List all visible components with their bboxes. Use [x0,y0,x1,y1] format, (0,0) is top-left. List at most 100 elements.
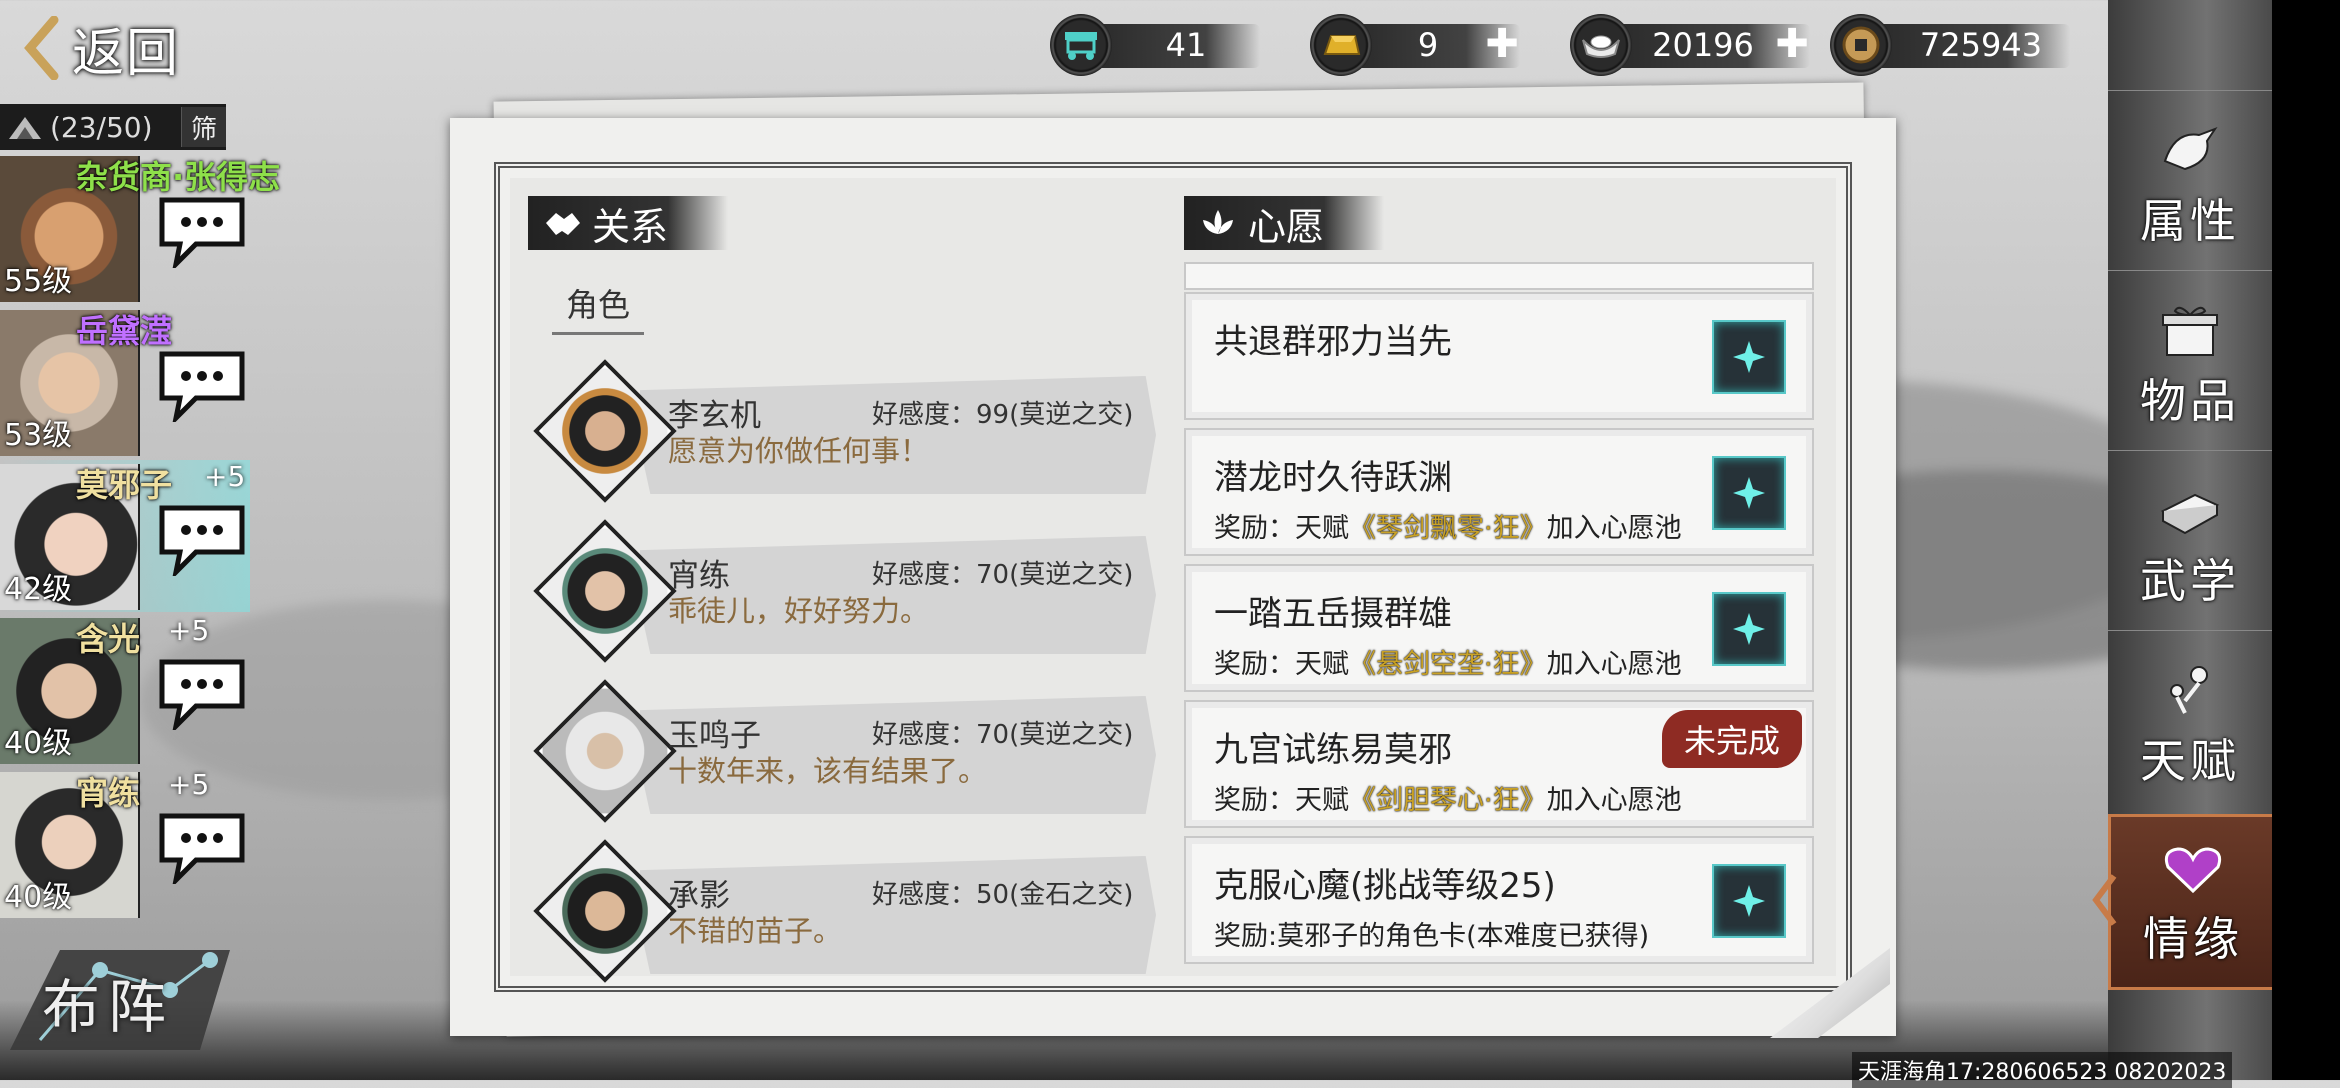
plus-icon [1733,885,1765,917]
wish-item[interactable]: 一踏五岳摄群雄 奖励：天赋《悬剑空垄·狂》加入心愿池 [1184,564,1814,692]
lotus-icon [1196,201,1240,245]
chat-bubble-icon[interactable] [156,500,248,576]
relation-affinity: 好感度：50(金石之交) [872,880,1134,910]
member-name: 宵练 [76,774,141,812]
wish-reward: 奖励：天赋《剑胆琴心·狂》加入心愿池 [1214,778,1682,817]
plus-icon [1733,477,1765,509]
nav-items[interactable]: 物品 [2108,270,2272,449]
roster-member[interactable]: 宵练 +5 40级 [0,768,250,920]
roster-member[interactable]: 含光 +5 40级 [0,614,250,766]
wish-reward: 奖励：天赋《悬剑空垄·狂》加入心愿池 [1214,642,1682,681]
bird-icon [2163,126,2218,171]
reward-book: 《悬剑空垄·狂》 [1349,649,1547,680]
relation-card[interactable]: 承影 好感度：50(金石之交) 不错的苗子。 [533,839,1162,983]
nav-talents[interactable]: 天赋 [2108,630,2272,809]
member-bonus: +5 [168,614,210,647]
add-gold-button[interactable]: ✚ [1484,24,1520,64]
chat-bubble-icon[interactable] [156,346,248,422]
member-bonus: +5 [168,768,210,801]
silver-ingot-icon [1570,14,1632,76]
reward-prefix: 奖励：天赋 [1214,649,1349,680]
relation-quote: 不错的苗子。 [668,914,843,948]
chat-bubble-icon[interactable] [156,192,248,268]
relations-header: 关系 [528,196,729,250]
chat-bubble-icon[interactable] [156,808,248,884]
relation-affinity: 好感度：99(莫逆之交) [872,400,1134,430]
currency-value: 9 [1417,26,1439,64]
reward-book: 《剑胆琴心·狂》 [1349,785,1547,816]
wishes-title: 心愿 [1248,204,1325,249]
relation-affinity: 好感度：70(莫逆之交) [872,720,1134,750]
plus-icon [1733,613,1765,645]
wish-item[interactable]: 潜龙时久待跃渊 奖励：天赋《琴剑飘零·狂》加入心愿池 [1184,428,1814,556]
wishes-header: 心愿 [1184,196,1385,250]
chevron-left-icon [2092,874,2117,926]
roster-member[interactable]: 杂货商·张得志 55级 [0,152,280,304]
wish-title: 共退群邪力当先 [1214,322,1452,362]
member-bonus: +5 [204,460,246,493]
relations-title: 关系 [592,204,669,249]
wish-item[interactable]: 九宫试练易莫邪 奖励：天赋《剑胆琴心·狂》加入心愿池 未完成 [1184,700,1814,828]
reward-prefix: 奖励：天赋 [1214,513,1349,544]
currency-value: 725943 [1919,26,2043,64]
member-level: 42级 [4,572,73,607]
currency-cart: 41 [1050,14,1260,76]
reward-suffix: 加入心愿池 [1546,649,1682,680]
filter-button[interactable]: 筛 [181,107,226,147]
member-level: 40级 [4,880,73,915]
add-wish-button[interactable] [1712,864,1786,938]
wish-item[interactable]: 克服心魔(挑战等级25) 奖励:莫邪子的角色卡(本难度已获得) [1184,836,1814,964]
reward-prefix: 奖励：天赋 [1214,785,1349,816]
book-icon [2160,493,2220,535]
handshake-icon [540,201,584,245]
chat-bubble-icon[interactable] [156,654,248,730]
wish-title: 九宫试练易莫邪 [1214,730,1452,770]
add-wish-button[interactable] [1712,320,1786,394]
member-level: 53级 [4,418,73,453]
nav-label: 物品 [2140,374,2240,428]
relation-card[interactable]: 宵练 好感度：70(莫逆之交) 乖徒儿，好好努力。 [533,519,1162,663]
nav-label: 情缘 [2143,912,2243,966]
wish-item[interactable]: 共退群邪力当先 [1184,292,1814,420]
nav-attributes[interactable]: 属性 [2108,90,2272,269]
add-wish-button[interactable] [1712,592,1786,666]
add-silver-button[interactable]: ✚ [1774,24,1810,64]
gift-box-icon [2162,306,2218,356]
relation-quote: 愿意为你做任何事！ [668,434,930,468]
status-badge: 未完成 [1661,710,1802,768]
currency-value: 41 [1165,26,1207,64]
currency-gold: 9 ✚ [1310,14,1520,76]
heart-icon [2164,847,2222,894]
roster-count: (23/50) [50,110,153,144]
talent-icon [2170,666,2208,714]
relation-quote: 乖徒儿，好好努力。 [668,594,930,628]
nav-romance[interactable]: 情缘 [2108,814,2278,990]
back-button[interactable]: 返回 [22,8,180,88]
formation-label: 布阵 [42,973,175,1041]
reward-suffix: 加入心愿池 [1546,513,1682,544]
relation-card[interactable]: 李玄机 好感度：99(莫逆之交) 愿意为你做任何事！ [533,359,1162,503]
gold-ingot-icon [1310,14,1372,76]
reward-suffix: 加入心愿池 [1546,785,1682,816]
relation-card[interactable]: 玉鸣子 好感度：70(莫逆之交) 十数年来，该有结果了。 [533,679,1162,823]
wish-title: 一踏五岳摄群雄 [1214,594,1452,634]
tab-role[interactable]: 角色 [552,280,645,335]
roster-member[interactable]: 岳黛滢 53级 [0,306,250,458]
member-level: 40级 [4,726,73,761]
roster-icon [0,107,50,147]
cart-icon [1050,14,1112,76]
add-wish-button[interactable] [1712,456,1786,530]
reward-book: 《琴剑飘零·狂》 [1349,513,1547,544]
roster-header: (23/50) 筛 [0,104,226,150]
watermark: 天涯海角17:280606523 08202023 [1852,1052,2233,1088]
wish-title: 克服心魔(挑战等级25) [1214,866,1556,906]
roster-member-selected[interactable]: 莫邪子 +5 42级 [0,460,250,612]
formation-button[interactable]: 布阵 [0,930,240,1060]
wish-reward: 奖励：天赋《琴剑飘零·狂》加入心愿池 [1214,506,1682,545]
nav-martial-arts[interactable]: 武学 [2108,450,2272,629]
nav-label: 天赋 [2140,734,2240,788]
wish-reward: 奖励:莫邪子的角色卡(本难度已获得) [1214,921,1650,952]
nav-label: 属性 [2140,194,2240,248]
plus-icon [1733,341,1765,373]
currency-silver: 20196 ✚ [1570,14,1810,76]
